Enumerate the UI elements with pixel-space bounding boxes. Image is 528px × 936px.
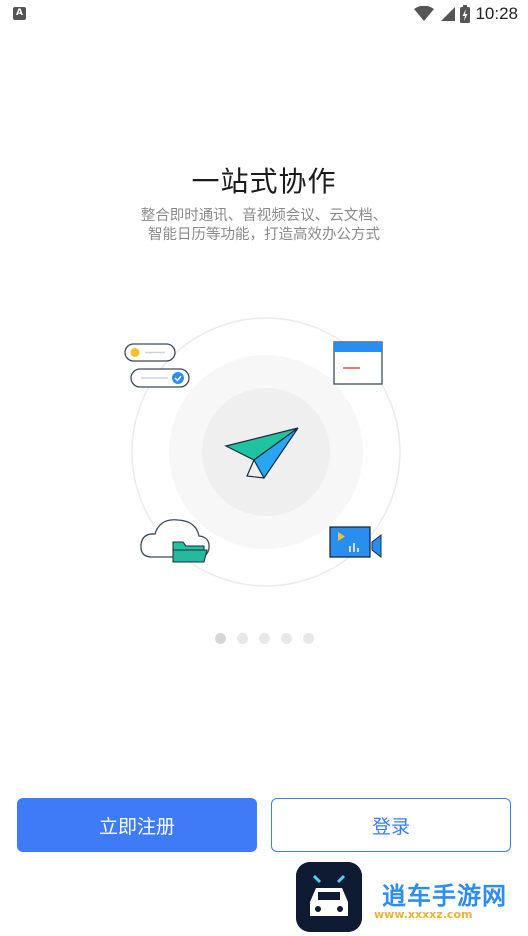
onboarding-title: 一站式协作 <box>191 165 337 198</box>
calendar-window-icon <box>333 341 383 385</box>
status-bar: A 10:28 <box>0 0 528 28</box>
status-time: 10:28 <box>475 4 518 23</box>
wifi-icon <box>414 6 435 21</box>
watermark-url: www.xxxxz.com <box>374 908 473 921</box>
page-indicator <box>0 633 528 644</box>
login-button[interactable]: 登录 <box>271 798 511 852</box>
page-dot-3[interactable] <box>258 633 270 644</box>
cloud-folder-icon <box>140 519 210 563</box>
signal-icon <box>441 7 456 21</box>
page-dot-2[interactable] <box>236 633 248 644</box>
onboarding-subtitle: 整合即时通讯、音视频会议、云文档、 智能日历等功能，打造高效办公方式 <box>0 207 528 245</box>
register-button[interactable]: 立即注册 <box>17 798 257 852</box>
page-dot-5[interactable] <box>302 633 314 644</box>
subtitle-line-2: 智能日历等功能，打造高效办公方式 <box>148 227 380 243</box>
collaboration-illustration <box>124 317 401 587</box>
app-notification-icon: A <box>13 7 26 20</box>
status-bar-right: 10:28 <box>414 3 518 25</box>
subtitle-line-1: 整合即时通讯、音视频会议、云文档、 <box>140 208 388 224</box>
page-dot-1[interactable] <box>214 633 226 644</box>
page-dot-4[interactable] <box>280 633 292 644</box>
watermark-text: 逍车手游网 <box>382 882 507 910</box>
watermark-logo <box>296 862 362 932</box>
battery-charging-icon <box>460 5 471 23</box>
